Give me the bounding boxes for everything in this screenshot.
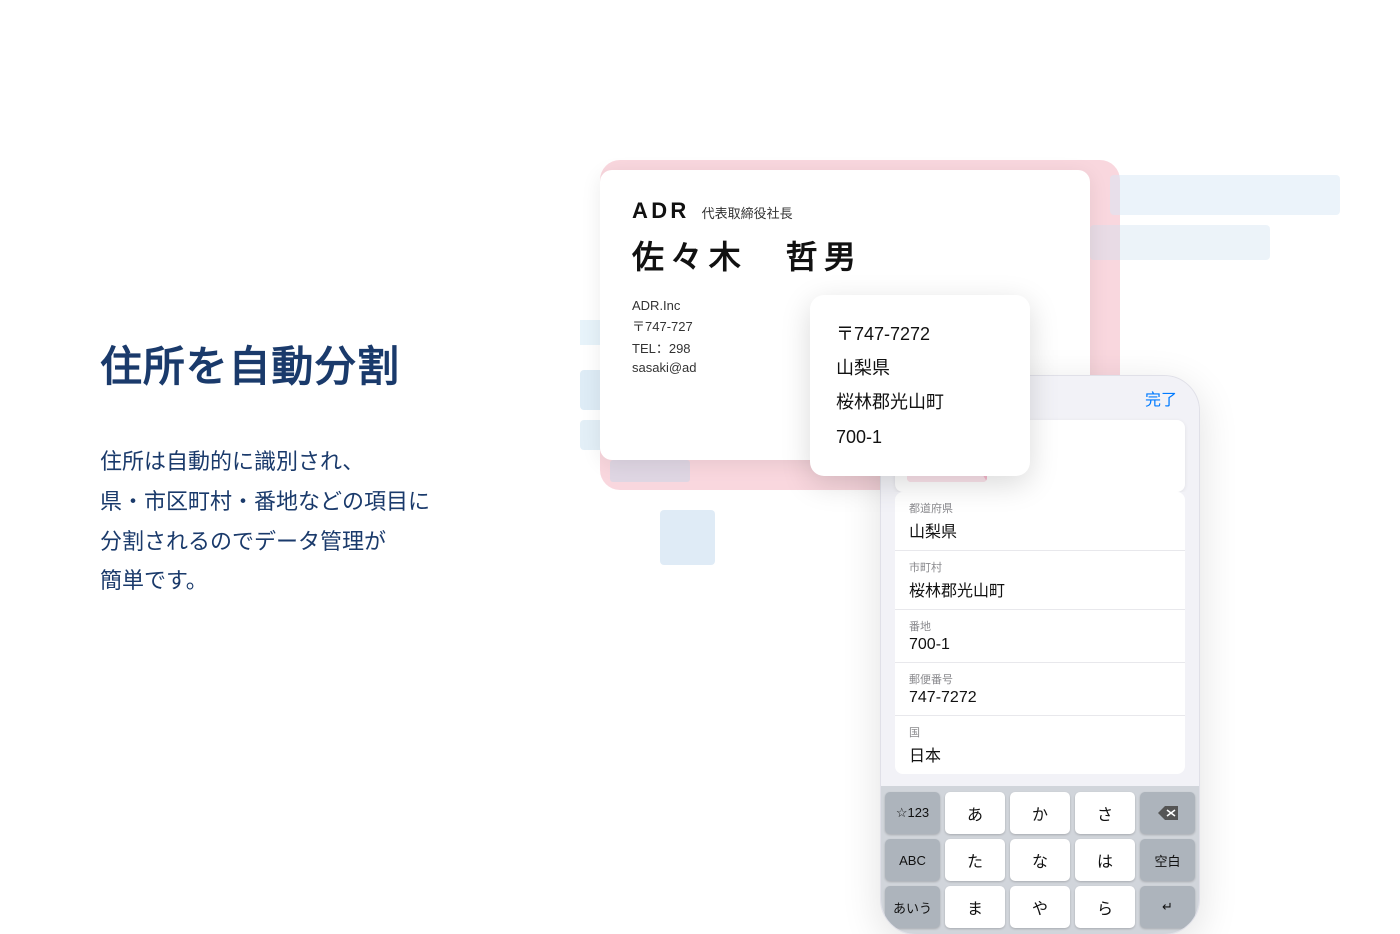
field-prefecture: 都道府県 山梨県 bbox=[895, 492, 1185, 551]
key-space[interactable]: 空白 bbox=[1140, 839, 1195, 881]
desc-line-1: 住所は自動的に識別され、 bbox=[100, 449, 364, 474]
field-postal: 郵便番号 747-7272 bbox=[895, 663, 1185, 716]
field-value-banchi: 700-1 bbox=[909, 636, 1171, 654]
key-abc[interactable]: ABC bbox=[885, 839, 940, 881]
keyboard-row-1: ☆123 あ か さ bbox=[885, 792, 1195, 834]
field-banchi: 番地 700-1 bbox=[895, 610, 1185, 663]
desc-line-3: 分割されるのでデータ管理が bbox=[100, 529, 386, 554]
bg-blue-rect-4 bbox=[610, 460, 690, 482]
phone-address-fields: 都道府県 山梨県 市町村 桜林郡光山町 番地 700-1 郵便番号 747-72… bbox=[881, 492, 1199, 774]
field-label-prefecture: 都道府県 bbox=[909, 500, 1171, 516]
left-section: 住所を自動分割 住所は自動的に識別され、 県・市区町村・番地などの項目に 分割さ… bbox=[0, 333, 580, 600]
card-name: 佐々木 哲男 bbox=[632, 232, 1058, 278]
key-ta[interactable]: た bbox=[945, 839, 1005, 881]
field-value-prefecture: 山梨県 bbox=[909, 518, 1171, 542]
key-hiragana[interactable]: あいう bbox=[885, 886, 940, 928]
bg-light-rect-top bbox=[1110, 175, 1340, 215]
enter-icon: ↵ bbox=[1162, 899, 1173, 915]
field-label-postal: 郵便番号 bbox=[909, 671, 1171, 687]
field-value-city: 桜林郡光山町 bbox=[909, 577, 1171, 601]
field-value-postal: 747-7272 bbox=[909, 689, 1171, 707]
card-header: ADR 代表取締役社長 bbox=[632, 198, 1058, 224]
bg-light-rect-top2 bbox=[1090, 225, 1270, 260]
desc-line-4: 簡単です。 bbox=[100, 568, 208, 593]
popup-line-2: 山梨県 bbox=[836, 351, 1004, 385]
field-country: 国 日本 bbox=[895, 716, 1185, 774]
key-symbols[interactable]: ☆123 bbox=[885, 792, 940, 834]
key-enter[interactable]: ↵ bbox=[1140, 886, 1195, 928]
key-delete[interactable] bbox=[1140, 792, 1195, 834]
right-section: ADR 代表取締役社長 佐々木 哲男 ADR.Inc 〒747-727 TEL：… bbox=[580, 0, 1400, 934]
popup-line-1: 〒747-7272 bbox=[836, 317, 1004, 351]
key-sa[interactable]: さ bbox=[1075, 792, 1135, 834]
description: 住所は自動的に識別され、 県・市区町村・番地などの項目に 分割されるのでデータ管… bbox=[100, 442, 580, 600]
popup-line-4: 700-1 bbox=[836, 420, 1004, 454]
keyboard-row-2: ABC た な は 空白 bbox=[885, 839, 1195, 881]
popup-line-3: 桜林郡光山町 bbox=[836, 385, 1004, 419]
field-label-country: 国 bbox=[909, 724, 1171, 740]
page-wrapper: 住所を自動分割 住所は自動的に識別され、 県・市区町村・番地などの項目に 分割さ… bbox=[0, 0, 1400, 934]
key-ka[interactable]: か bbox=[1010, 792, 1070, 834]
bg-blue-small-1 bbox=[660, 510, 715, 565]
done-button[interactable]: 完了 bbox=[1145, 386, 1181, 410]
phone-keyboard: ☆123 あ か さ ABC た な bbox=[881, 786, 1199, 934]
key-ra[interactable]: ら bbox=[1075, 886, 1135, 928]
field-label-banchi: 番地 bbox=[909, 618, 1171, 634]
keyboard-row-3: あいう ま や ら ↵ bbox=[885, 886, 1195, 928]
key-ma[interactable]: ま bbox=[945, 886, 1005, 928]
card-position: 代表取締役社長 bbox=[702, 203, 793, 222]
key-ya[interactable]: や bbox=[1010, 886, 1070, 928]
main-title: 住所を自動分割 bbox=[100, 333, 580, 394]
key-a[interactable]: あ bbox=[945, 792, 1005, 834]
field-label-city: 市町村 bbox=[909, 559, 1171, 575]
address-popup: 〒747-7272 山梨県 桜林郡光山町 700-1 bbox=[810, 295, 1030, 476]
key-na[interactable]: な bbox=[1010, 839, 1070, 881]
card-company: ADR bbox=[632, 198, 690, 224]
delete-icon bbox=[1158, 806, 1178, 820]
field-city: 市町村 桜林郡光山町 bbox=[895, 551, 1185, 610]
desc-line-2: 県・市区町村・番地などの項目に bbox=[100, 489, 430, 514]
key-ha[interactable]: は bbox=[1075, 839, 1135, 881]
field-value-country: 日本 bbox=[909, 742, 1171, 766]
